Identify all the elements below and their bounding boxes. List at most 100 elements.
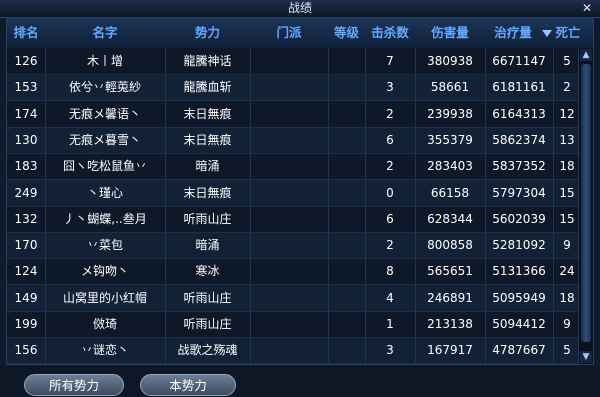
title-bar: 战绩 ✕: [0, 0, 600, 18]
table-row[interactable]: 126 木丨增 龍騰神话 7 380938 6671147 5: [7, 48, 581, 75]
cell-healing: 5131366: [492, 264, 546, 279]
cell-name: 傚琦: [92, 317, 117, 331]
table-row[interactable]: 249 丶瑾心 末日無痕 0 66158 5797304 15: [7, 179, 581, 207]
table-header: 排名 名字 势力 门派 等级 击杀数 伤害量 治疗量 死亡: [7, 18, 593, 49]
table-row[interactable]: 170 丷菜包 暗涌 2 800858 5281092 9: [7, 232, 581, 260]
cell-kills: 2: [386, 106, 394, 121]
cell-kills: 3: [386, 343, 394, 358]
table-row[interactable]: 124 メ钩吻丶 寒冰 8 565651 5131366 24: [7, 258, 581, 286]
table-row[interactable]: 183 囧ヽ吃松鼠鱼丷 暗涌 2 283403 5837352 18: [7, 153, 581, 181]
scroll-down-arrow-icon[interactable]: ▼: [580, 351, 592, 363]
table-row[interactable]: 174 无痕メ馨语丶 末日無痕 2 239938 6164313 12: [7, 100, 581, 128]
header-kills[interactable]: 击杀数: [365, 18, 415, 48]
cell-healing: 6181161: [492, 80, 546, 95]
cell-rank: 132: [14, 211, 38, 226]
cell-healing: 5094412: [492, 317, 546, 331]
cell-damage: 246891: [427, 290, 473, 305]
header-faction[interactable]: 势力: [165, 18, 250, 48]
cell-name: 丷谜恋丶: [80, 343, 129, 358]
table-row[interactable]: 149 山窝里的小红帽 听雨山庄 4 246891 5095949 18: [7, 284, 581, 312]
cell-damage: 66158: [430, 185, 470, 200]
cell-name: 木丨增: [86, 54, 123, 68]
cell-level: [328, 311, 365, 337]
cell-level: [328, 153, 365, 179]
cell-kills: 6: [386, 132, 394, 147]
cell-rank: 126: [14, 54, 38, 68]
cell-level: [328, 74, 365, 100]
cell-faction: 末日無痕: [183, 106, 232, 121]
cell-rank: 174: [14, 106, 38, 121]
cell-deaths: 18: [559, 290, 575, 305]
battle-stats-table: 排名 名字 势力 门派 等级 击杀数 伤害量 治疗量 死亡 156 丷谜恋丶 战歌之…: [6, 17, 594, 365]
table-row[interactable]: 130 无痕メ暮雪丶 末日無痕 6 355379 5862374 13: [7, 126, 581, 154]
cell-healing: 4787667: [492, 343, 546, 358]
cell-deaths: 5: [563, 54, 571, 68]
table-row[interactable]: 156 丷谜恋丶 战歌之殇魂 3 167917 4787667 5: [7, 337, 581, 364]
cell-rank: 149: [14, 290, 38, 305]
cell-sect: [250, 206, 328, 232]
cell-level: [328, 180, 365, 206]
all-factions-button[interactable]: 所有势力: [24, 374, 124, 396]
cell-faction: 龍騰神话: [183, 54, 232, 68]
cell-deaths: 18: [559, 159, 575, 174]
column-divider: [250, 48, 251, 364]
cell-sect: [250, 127, 328, 153]
cell-name: 山窝里的小红帽: [62, 290, 147, 305]
cell-kills: 8: [386, 264, 394, 279]
header-rank[interactable]: 排名: [7, 18, 45, 48]
scroll-thumb[interactable]: [581, 64, 591, 342]
this-faction-button[interactable]: 本势力: [140, 374, 236, 396]
cell-level: [328, 206, 365, 232]
cell-damage: 565651: [427, 264, 473, 279]
cell-name: 无痕メ馨语丶: [68, 106, 141, 121]
cell-damage: 58661: [430, 80, 470, 95]
cell-sect: [250, 258, 328, 284]
cell-kills: 7: [386, 54, 394, 68]
cell-faction: 听雨山庄: [183, 290, 232, 305]
scrollbar[interactable]: ▲ ▼: [578, 48, 593, 364]
cell-name: 丿丶蝴蝶,..叁月: [63, 211, 147, 226]
cell-sect: [250, 48, 328, 74]
column-divider: [328, 48, 329, 364]
cell-rank: 153: [14, 80, 38, 95]
sort-down-icon[interactable]: [542, 30, 552, 37]
cell-sect: [250, 101, 328, 127]
table-row[interactable]: 153 依兮丷輕莵紗 龍騰血斩 3 58661 6181161 2: [7, 74, 581, 102]
cell-damage: 380938: [427, 54, 473, 68]
cell-damage: 213138: [427, 317, 473, 331]
scroll-up-arrow-icon[interactable]: ▲: [580, 49, 592, 61]
header-deaths[interactable]: 死亡: [553, 18, 583, 48]
cell-faction: 龍騰血斩: [183, 80, 232, 95]
cell-faction: 暗涌: [195, 238, 220, 253]
cell-deaths: 9: [563, 238, 571, 253]
cell-healing: 5797304: [492, 185, 546, 200]
header-healing[interactable]: 治疗量: [485, 18, 541, 48]
cell-sect: [250, 337, 328, 363]
cell-rank: 249: [14, 185, 38, 200]
cell-level: [328, 337, 365, 363]
cell-name: 丶瑾心: [86, 185, 123, 200]
cell-kills: 6: [386, 211, 394, 226]
cell-healing: 5095949: [492, 290, 546, 305]
cell-deaths: 2: [563, 80, 571, 95]
column-divider: [165, 48, 166, 364]
header-name[interactable]: 名字: [45, 18, 165, 48]
cell-name: 丷菜包: [86, 238, 123, 253]
cell-kills: 3: [386, 80, 394, 95]
cell-faction: 听雨山庄: [183, 317, 232, 331]
column-divider: [45, 48, 46, 364]
cell-healing: 6164313: [492, 106, 546, 121]
header-level[interactable]: 等级: [328, 18, 365, 48]
cell-name: 囧ヽ吃松鼠鱼丷: [62, 159, 147, 174]
cell-sect: [250, 311, 328, 337]
cell-sect: [250, 153, 328, 179]
cell-level: [328, 258, 365, 284]
window-title: 战绩: [287, 1, 312, 15]
cell-healing: 5281092: [492, 238, 546, 253]
table-row[interactable]: 132 丿丶蝴蝶,..叁月 听雨山庄 6 628344 5602039 15: [7, 205, 581, 233]
header-sect[interactable]: 门派: [250, 18, 328, 48]
header-damage[interactable]: 伤害量: [415, 18, 485, 48]
cell-deaths: 9: [563, 317, 571, 331]
table-row[interactable]: 199 傚琦 听雨山庄 1 213138 5094412 9: [7, 311, 581, 338]
close-icon[interactable]: ✕: [580, 1, 594, 15]
